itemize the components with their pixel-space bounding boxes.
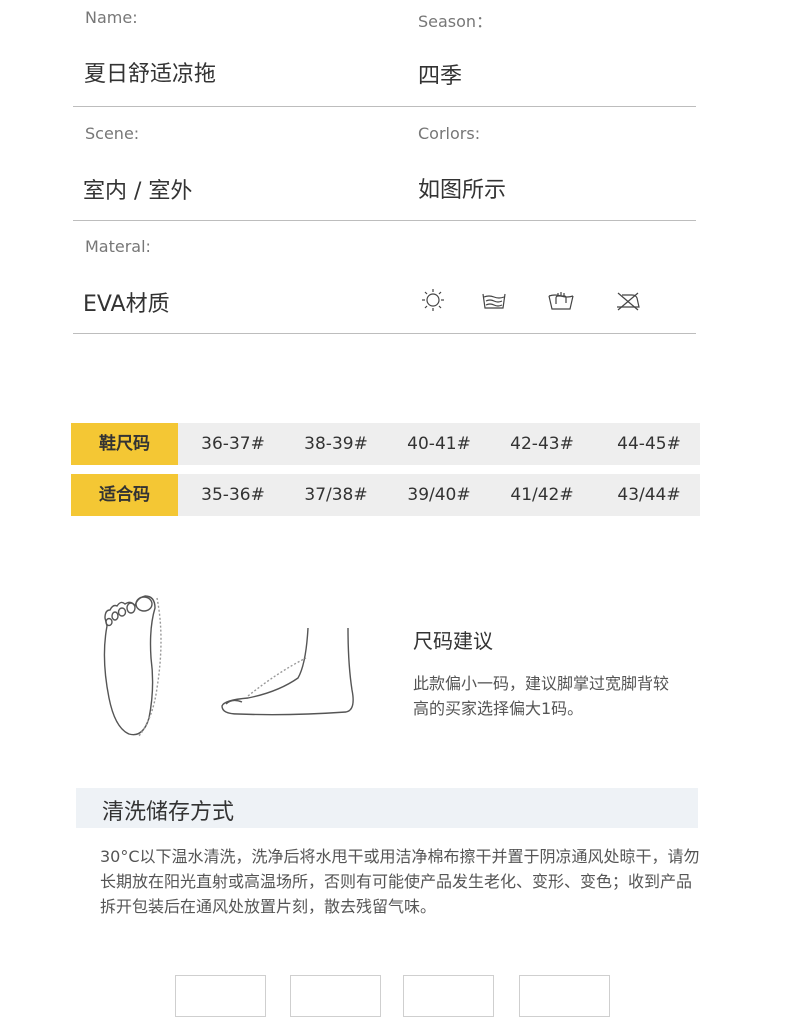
material-value: EVA材质 (83, 292, 170, 317)
colors-value: 如图所示 (418, 178, 507, 203)
size-cell: 40-41# (407, 434, 471, 454)
foot-side-icon (218, 624, 358, 718)
name-value: 夏日舒适凉拖 (84, 62, 217, 87)
colors-label: Corlors: (418, 124, 481, 143)
size-cell: 41/42# (510, 485, 574, 505)
care-text: 30°C以下温水清洗，洗净后将水甩干或用洁净棉布擦干并置于阴凉通风处晾干，请勿长… (100, 847, 700, 916)
divider (73, 106, 696, 107)
foot-sole-icon (95, 588, 167, 740)
care-icon-box (403, 975, 494, 1017)
size-cell: 36-37# (201, 434, 265, 454)
size-cell: 35-36# (201, 485, 265, 505)
size-advice-title: 尺码建议 (413, 629, 493, 653)
material-label: Materal: (85, 237, 151, 256)
size-cell: 42-43# (510, 434, 574, 454)
size-cell: 38-39# (304, 434, 368, 454)
size-cell: 39/40# (407, 485, 471, 505)
care-icon-box (519, 975, 610, 1017)
season-label: Season： (418, 12, 493, 31)
do-not-iron-icon (614, 288, 642, 312)
divider (73, 333, 696, 334)
care-icon-box (175, 975, 266, 1017)
scene-value: 室内 / 室外 (83, 179, 193, 204)
hand-wash-icon (480, 288, 508, 312)
hand-wash-tub-icon (547, 288, 575, 312)
season-value: 四季 (418, 64, 463, 89)
name-label: Name: (85, 8, 138, 27)
size-row-shoe: 鞋尺码 36-37# 38-39# 40-41# 42-43# 44-45# (71, 423, 700, 465)
scene-label: Scene: (85, 124, 140, 143)
size-cell: 37/38# (304, 485, 368, 505)
divider (73, 220, 696, 221)
size-cell: 43/44# (617, 485, 681, 505)
size-cell: 44-45# (617, 434, 681, 454)
size-advice-text: 此款偏小一码，建议脚掌过宽脚背较高的买家选择偏大1码。 (413, 674, 670, 718)
sun-dry-icon (419, 288, 447, 312)
shoe-size-header: 鞋尺码 (71, 423, 178, 465)
care-icon-box (290, 975, 381, 1017)
care-title: 清洗储存方式 (102, 800, 235, 825)
care-section-header: 清洗储存方式 (76, 788, 698, 828)
fit-size-header: 适合码 (71, 474, 178, 516)
size-row-fit: 适合码 35-36# 37/38# 39/40# 41/42# 43/44# (71, 474, 700, 516)
